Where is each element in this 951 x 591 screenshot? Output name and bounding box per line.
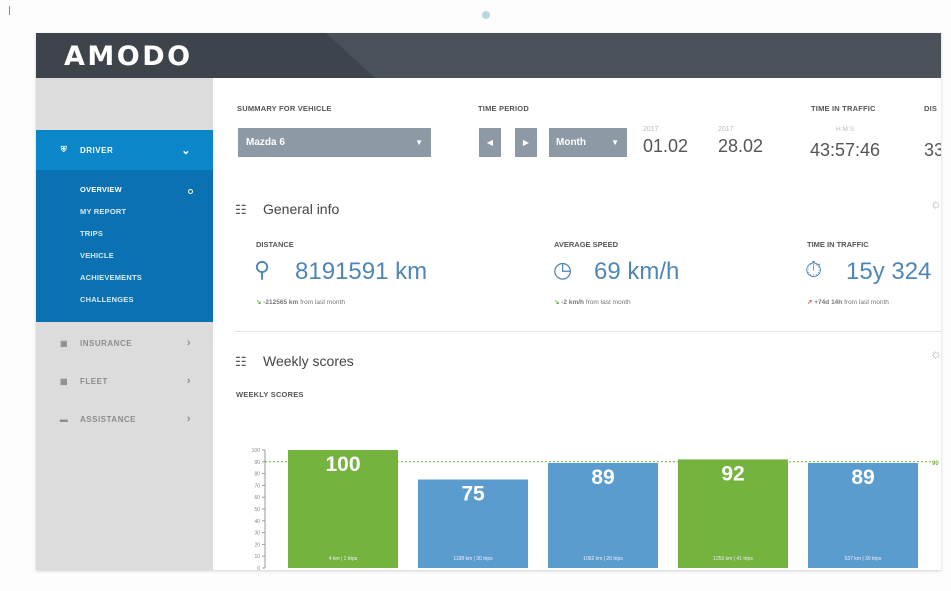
bar-note-label: 1188 km | 30 trips	[453, 556, 493, 562]
y-tick-label: 40	[254, 519, 260, 525]
submenu-item-challenges[interactable]: CHALLENGES	[80, 295, 134, 304]
logo-area: AMODO	[36, 33, 213, 78]
y-tick-label: 90	[254, 460, 260, 466]
y-tick-label: 30	[254, 531, 260, 537]
top-bar-shade	[326, 33, 941, 78]
sidebar-item-label: DRIVER	[80, 145, 114, 155]
driver-submenu: OVERVIEW MY REPORT TRIPS VEHICLE ACHIEVE…	[36, 170, 213, 322]
active-indicator-icon	[188, 189, 193, 194]
camera-dot	[482, 11, 490, 19]
submenu-item-overview[interactable]: OVERVIEW	[80, 185, 122, 194]
chevron-right-icon: ›	[186, 337, 191, 349]
bar-note-label: 537 km | 30 trips	[845, 556, 882, 562]
sidebar-item-label: ASSISTANCE	[80, 414, 136, 424]
bar-value-label: 89	[591, 466, 614, 489]
y-tick-label: 50	[254, 507, 260, 513]
bar-note-label: 4 km | 1 trips	[329, 556, 358, 562]
top-bar: AMODO	[36, 33, 941, 78]
submenu-item-vehicle[interactable]: VEHICLE	[80, 251, 114, 260]
y-tick-label: 20	[254, 542, 260, 548]
y-tick-label: 100	[252, 448, 261, 454]
app-window: AMODO ⛨ DRIVER ⌄ OVERVIEW MY REPORT TRIP…	[36, 33, 941, 570]
submenu-item-my-report[interactable]: MY REPORT	[80, 207, 126, 216]
submenu-item-achievements[interactable]: ACHIEVEMENTS	[80, 273, 142, 282]
y-tick-label: 10	[254, 554, 260, 560]
sidebar-item-assistance[interactable]: ▬ ASSISTANCE ›	[36, 400, 213, 438]
bar-value-label: 92	[721, 462, 744, 485]
y-tick-label: 60	[254, 495, 260, 501]
car-icon: ⛨	[60, 145, 68, 154]
device-frame: AMODO ⛨ DRIVER ⌄ OVERVIEW MY REPORT TRIP…	[0, 0, 951, 591]
frame-mark	[9, 6, 10, 15]
y-tick-label: 0	[257, 566, 260, 570]
sidebar-item-driver[interactable]: ⛨ DRIVER ⌄	[36, 130, 213, 170]
chevron-right-icon: ›	[186, 375, 191, 387]
brand-logo[interactable]: AMODO	[64, 41, 193, 72]
reference-line-label: 90	[932, 461, 939, 467]
chart-bars: 1004 km | 1 trips30 - 05 Feb 2017751188 …	[288, 450, 918, 568]
sidebar: ⛨ DRIVER ⌄ OVERVIEW MY REPORT TRIPS VEHI…	[36, 78, 213, 570]
tow-truck-icon: ▬	[59, 414, 69, 424]
submenu-item-trips[interactable]: TRIPS	[80, 229, 103, 238]
bar-value-label: 100	[325, 453, 360, 476]
main-content: SUMMARY FOR VEHICLE Mazda 6 ▼ TIME PERIO…	[213, 78, 941, 570]
y-tick-label: 70	[254, 483, 260, 489]
sidebar-item-label: INSURANCE	[80, 338, 133, 348]
shield-icon: ▣	[59, 338, 69, 348]
bar-value-label: 89	[851, 466, 874, 489]
bar-note-label: 1062 km | 26 trips	[583, 556, 623, 562]
bar-value-label: 75	[461, 483, 485, 506]
truck-icon: ▦	[59, 376, 69, 386]
y-tick-label: 80	[254, 472, 260, 478]
sidebar-item-insurance[interactable]: ▣ INSURANCE ›	[36, 324, 213, 362]
sidebar-item-fleet[interactable]: ▦ FLEET ›	[36, 362, 213, 400]
chevron-down-icon: ⌄	[181, 144, 191, 157]
chevron-right-icon: ›	[186, 413, 191, 425]
weekly-scores-chart: 0 10 20 30 40 50 60 70 80 90 100 90 100 4 km | 1 tri…	[252, 448, 940, 570]
sidebar-item-label: FLEET	[80, 376, 108, 386]
bar-note-label: 1253 km | 41 trips	[713, 556, 753, 562]
